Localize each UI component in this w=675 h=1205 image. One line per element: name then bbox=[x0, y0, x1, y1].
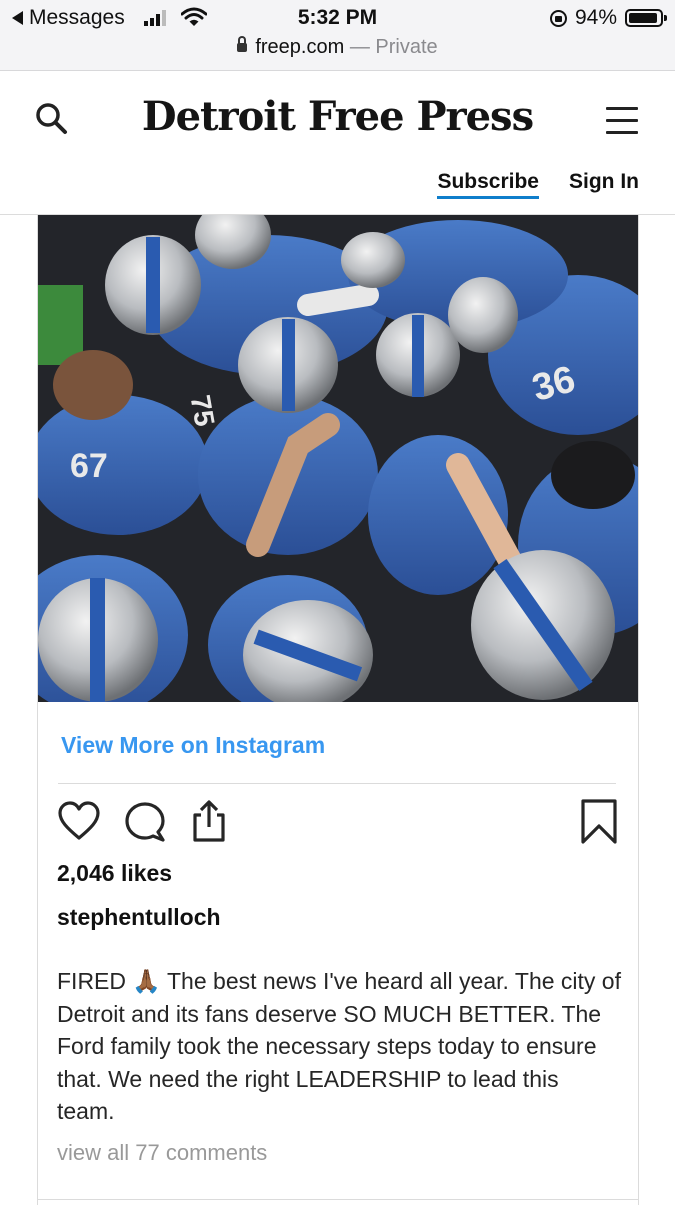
post-actions bbox=[57, 799, 617, 845]
site-logo[interactable]: Detroit Free Press bbox=[0, 93, 675, 140]
instagram-embed: 67 36 75 View More on Instagram 2,046 li… bbox=[37, 215, 639, 1205]
view-all-comments-link[interactable]: view all 77 comments bbox=[57, 1140, 267, 1166]
post-username[interactable]: stephentulloch bbox=[57, 904, 221, 931]
status-bar: Messages 5:32 PM 94% freep.com — Private bbox=[0, 0, 675, 71]
battery-icon bbox=[625, 9, 667, 27]
subscribe-link[interactable]: Subscribe bbox=[437, 170, 539, 199]
padlock-icon bbox=[237, 36, 248, 52]
battery-percent: 94% bbox=[574, 6, 617, 29]
address-bar[interactable]: freep.com — Private bbox=[0, 36, 675, 59]
team-huddle-photo[interactable]: 67 36 75 bbox=[38, 215, 638, 702]
svg-text:67: 67 bbox=[70, 447, 108, 485]
rotation-lock-icon bbox=[549, 9, 567, 27]
svg-text:75: 75 bbox=[185, 393, 221, 429]
divider bbox=[58, 783, 616, 784]
hamburger-menu-icon[interactable] bbox=[606, 107, 642, 135]
comment-icon[interactable] bbox=[123, 799, 167, 843]
share-icon[interactable] bbox=[187, 799, 231, 843]
heart-icon[interactable] bbox=[57, 799, 101, 843]
caption-start: FIRED bbox=[57, 968, 133, 994]
sign-in-link[interactable]: Sign In bbox=[569, 170, 639, 199]
site-header: Detroit Free Press Subscribe Sign In bbox=[0, 71, 675, 215]
post-caption: FIRED 🙏🏾 The best news I've heard all ye… bbox=[57, 965, 622, 1128]
private-label: — Private bbox=[344, 36, 438, 58]
view-more-instagram-link[interactable]: View More on Instagram bbox=[61, 732, 325, 759]
praying-hands-emoji: 🙏🏾 bbox=[132, 968, 162, 994]
likes-count[interactable]: 2,046 likes bbox=[57, 860, 172, 887]
bookmark-icon[interactable] bbox=[579, 799, 619, 845]
url-text: freep.com bbox=[255, 36, 345, 58]
